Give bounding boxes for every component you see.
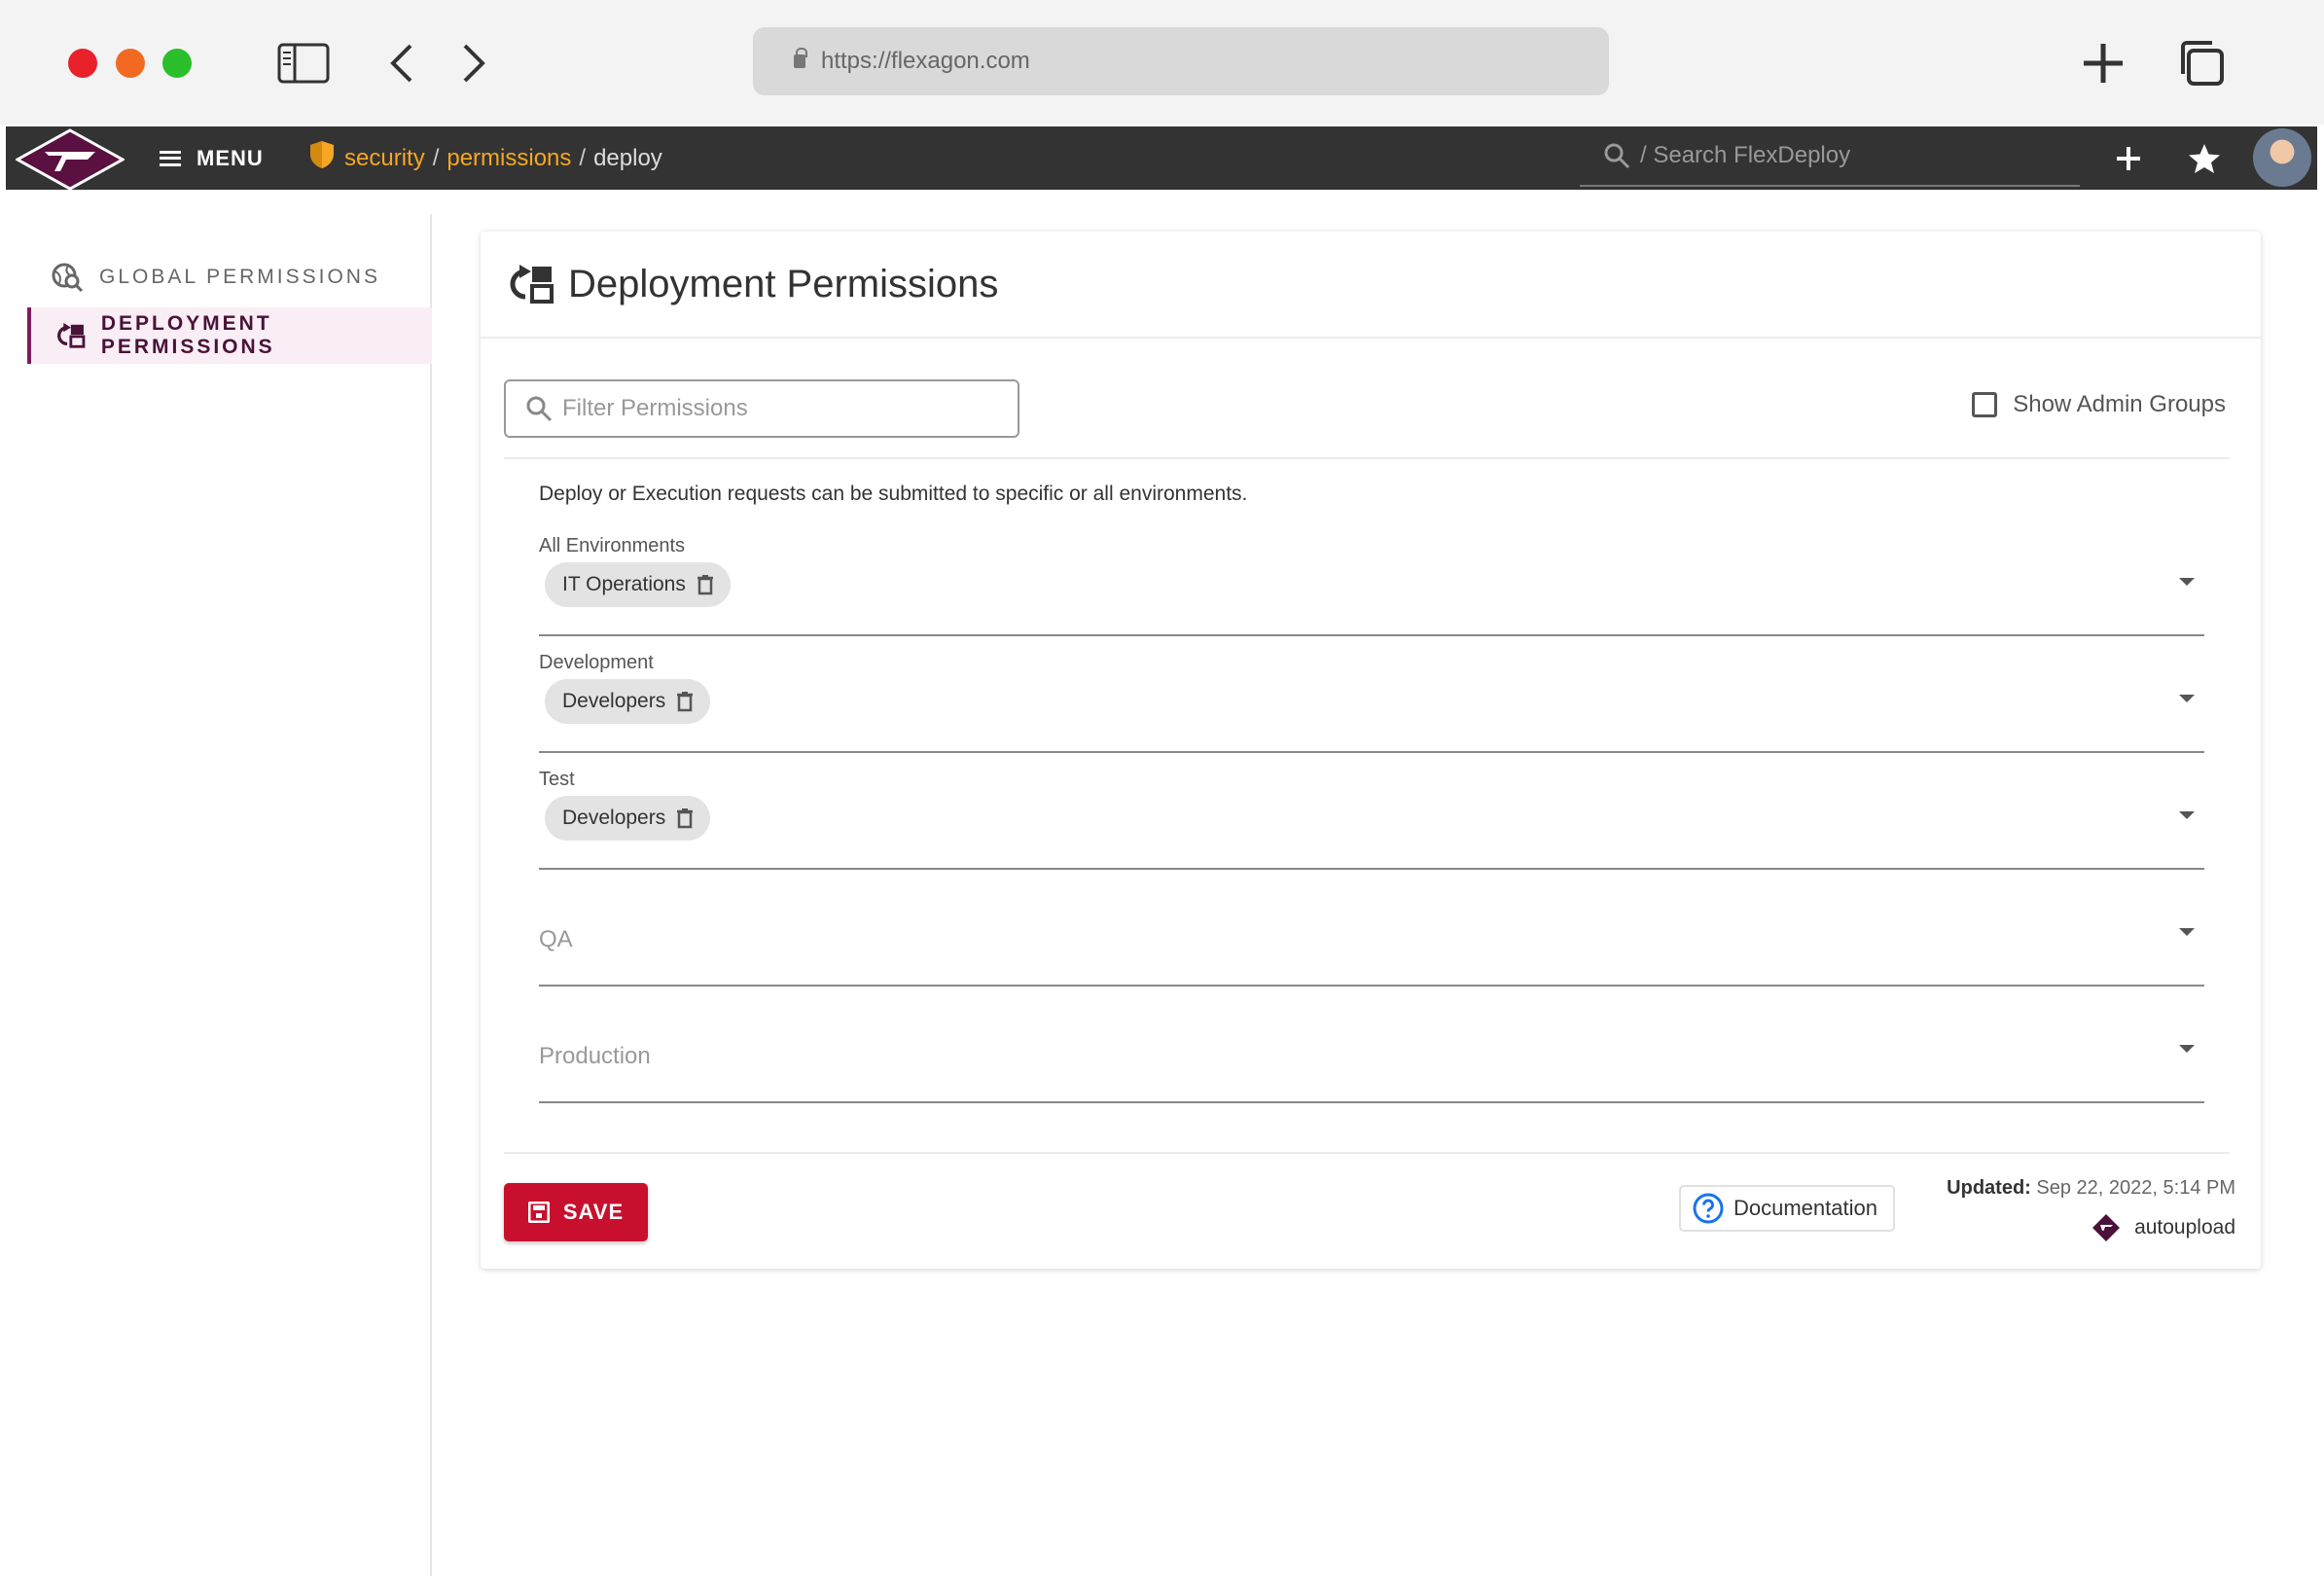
environment-select-all[interactable]: All Environments IT Operations xyxy=(539,535,2204,636)
documentation-button[interactable]: Documentation xyxy=(1679,1185,1895,1232)
user-avatar[interactable] xyxy=(2253,128,2311,187)
search-icon xyxy=(1604,143,1630,169)
group-chip: IT Operations xyxy=(545,562,731,607)
save-label: SAVE xyxy=(562,1200,625,1224)
show-admin-groups-checkbox[interactable]: Show Admin Groups xyxy=(1972,391,2226,418)
chevron-down-icon[interactable] xyxy=(2179,928,2195,936)
add-icon[interactable] xyxy=(2105,126,2152,190)
documentation-label: Documentation xyxy=(1734,1196,1877,1220)
divider xyxy=(504,457,2230,459)
trash-icon[interactable] xyxy=(677,807,694,829)
breadcrumb-separator: / xyxy=(432,144,440,171)
checkbox-box[interactable] xyxy=(1972,392,1998,417)
environment-select-qa[interactable]: QA xyxy=(539,885,2204,987)
environment-label: Development xyxy=(539,652,654,673)
sidebar-toggle-icon[interactable] xyxy=(274,37,333,90)
environment-select-production[interactable]: Production xyxy=(539,1002,2204,1103)
chevron-down-icon[interactable] xyxy=(2179,695,2195,702)
globe-search-icon xyxy=(52,263,84,293)
sidebar-item-deployment-permissions[interactable]: DEPLOYMENT PERMISSIONS xyxy=(27,307,432,364)
chevron-down-icon[interactable] xyxy=(2179,578,2195,586)
panel-header: Deployment Permissions xyxy=(481,232,2261,339)
sidebar-item-label: GLOBAL PERMISSIONS xyxy=(99,266,380,288)
url-text: https://flexagon.com xyxy=(821,48,1030,74)
group-chip: Developers xyxy=(545,679,711,724)
help-circle-icon xyxy=(1693,1193,1724,1224)
search-input[interactable]: / Search FlexDeploy xyxy=(1580,126,2080,187)
menu-icon xyxy=(160,150,181,166)
new-tab-icon[interactable] xyxy=(2076,37,2130,90)
updated-by: autoupload xyxy=(2134,1216,2235,1238)
back-arrow-icon[interactable] xyxy=(381,37,420,90)
forward-arrow-icon[interactable] xyxy=(455,37,494,90)
flexagon-logo[interactable] xyxy=(14,128,126,196)
menu-button[interactable]: MENU xyxy=(160,126,264,190)
group-chip-label: Developers xyxy=(562,807,666,829)
filter-permissions-input[interactable]: Filter Permissions xyxy=(504,379,1019,438)
filter-placeholder: Filter Permissions xyxy=(562,395,748,421)
browser-chrome: https://flexagon.com xyxy=(0,0,2324,125)
chevron-down-icon[interactable] xyxy=(2179,811,2195,819)
floppy-disk-icon xyxy=(527,1202,550,1223)
environment-label: Production xyxy=(539,1043,651,1069)
environment-label: QA xyxy=(539,926,573,952)
search-placeholder: / Search FlexDeploy xyxy=(1640,142,1851,168)
chevron-down-icon[interactable] xyxy=(2179,1045,2195,1053)
breadcrumb-current: deploy xyxy=(593,144,662,171)
minimize-window-button[interactable] xyxy=(116,49,145,78)
sidebar: GLOBAL PERMISSIONS DEPLOYMENT PERMISSION… xyxy=(0,214,432,1576)
updated-info: Updated: Sep 22, 2022, 5:14 PM autouploa… xyxy=(1947,1177,2235,1242)
menu-label: MENU xyxy=(197,145,264,170)
favorites-star-icon[interactable] xyxy=(2181,126,2228,190)
maximize-window-button[interactable] xyxy=(162,49,192,78)
deploy-icon xyxy=(57,322,86,348)
deployment-permissions-panel: Deployment Permissions Filter Permission… xyxy=(481,232,2261,1269)
show-admin-groups-label: Show Admin Groups xyxy=(2013,391,2226,417)
lock-icon xyxy=(794,48,807,68)
flexagon-user-icon xyxy=(2092,1214,2121,1241)
trash-icon[interactable] xyxy=(677,691,694,712)
environment-select-test[interactable]: Test Developers xyxy=(539,769,2204,870)
trash-icon[interactable] xyxy=(697,574,713,595)
tabs-overview-icon[interactable] xyxy=(2173,37,2228,90)
close-window-button[interactable] xyxy=(68,49,97,78)
environment-select-development[interactable]: Development Developers xyxy=(539,652,2204,753)
search-icon xyxy=(526,396,553,422)
group-chip-label: Developers xyxy=(562,690,666,712)
breadcrumb: security / permissions / deploy xyxy=(309,126,662,190)
group-chip-label: IT Operations xyxy=(562,573,686,595)
group-chip: Developers xyxy=(545,796,711,841)
deploy-icon xyxy=(510,265,554,304)
divider xyxy=(504,1152,2230,1154)
url-bar[interactable]: https://flexagon.com xyxy=(753,27,1609,95)
app-header: MENU security / permissions / deploy / S… xyxy=(6,126,2317,191)
breadcrumb-permissions-link[interactable]: permissions xyxy=(447,145,571,172)
page-title: Deployment Permissions xyxy=(568,262,999,305)
environment-label: All Environments xyxy=(539,535,686,556)
sidebar-item-global-permissions[interactable]: GLOBAL PERMISSIONS xyxy=(27,249,432,305)
environment-label: Test xyxy=(539,769,575,790)
breadcrumb-separator: / xyxy=(579,144,587,171)
save-button[interactable]: SAVE xyxy=(504,1183,648,1241)
sidebar-item-label: DEPLOYMENT PERMISSIONS xyxy=(100,312,275,358)
breadcrumb-security-link[interactable]: security xyxy=(344,145,425,172)
intro-text: Deploy or Execution requests can be subm… xyxy=(539,483,1248,505)
updated-timestamp: Sep 22, 2022, 5:14 PM xyxy=(2036,1177,2235,1199)
shield-icon xyxy=(309,140,335,176)
updated-label: Updated: xyxy=(1947,1177,2031,1199)
